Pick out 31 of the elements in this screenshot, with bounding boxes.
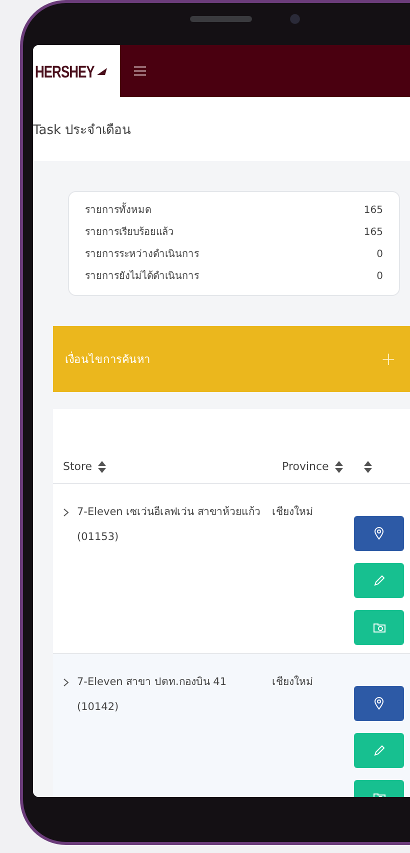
column-header[interactable]: Province xyxy=(282,460,329,473)
store-name: 7-Eleven สาขา ปตท.กองบิน 41 (10142) xyxy=(77,675,228,715)
map-button[interactable] xyxy=(354,516,404,551)
sort-icon[interactable] xyxy=(334,460,343,472)
province-cell: เชียงใหม่ xyxy=(272,676,313,688)
menu-icon[interactable] xyxy=(134,66,146,76)
sort-icon[interactable] xyxy=(364,461,372,473)
summary-label: รายการเรียบร้อยแล้ว xyxy=(85,226,175,240)
sort-icon[interactable] xyxy=(98,460,106,472)
summary-label: รายการระหว่างดำเนินการ xyxy=(85,248,200,262)
summary-count: 0 xyxy=(376,248,383,262)
column-header[interactable]: Store xyxy=(63,460,92,473)
summary-label: รายการยังไม่ได้ดำเนินการ xyxy=(85,269,200,284)
brand-logo: HERSHEY xyxy=(35,61,94,81)
map-button[interactable] xyxy=(354,686,404,721)
page-title: Task ประจำเดือน xyxy=(33,122,132,140)
filter-label: เงื่อนไขการค้นหา xyxy=(65,350,150,368)
pencil-icon xyxy=(374,745,384,756)
speaker-grille xyxy=(190,16,252,22)
summary-count: 165 xyxy=(364,226,383,240)
map-pin-icon xyxy=(374,527,384,540)
store-name: 7-Eleven เซเว่นอีเลฟเว่น สาขาห้วยแก้ว (01153) xyxy=(77,505,262,545)
summary-label: รายการทั้งหมด xyxy=(85,202,364,219)
map-pin-icon xyxy=(374,697,384,710)
camera-icon xyxy=(372,622,386,633)
summary-count: 165 xyxy=(364,204,383,218)
province-cell: เชียงใหม่ xyxy=(272,506,313,518)
chevron-right-icon[interactable] xyxy=(63,678,69,687)
pencil-icon xyxy=(374,575,384,586)
summary-count: 0 xyxy=(376,270,383,284)
chevron-right-icon[interactable] xyxy=(63,508,69,517)
